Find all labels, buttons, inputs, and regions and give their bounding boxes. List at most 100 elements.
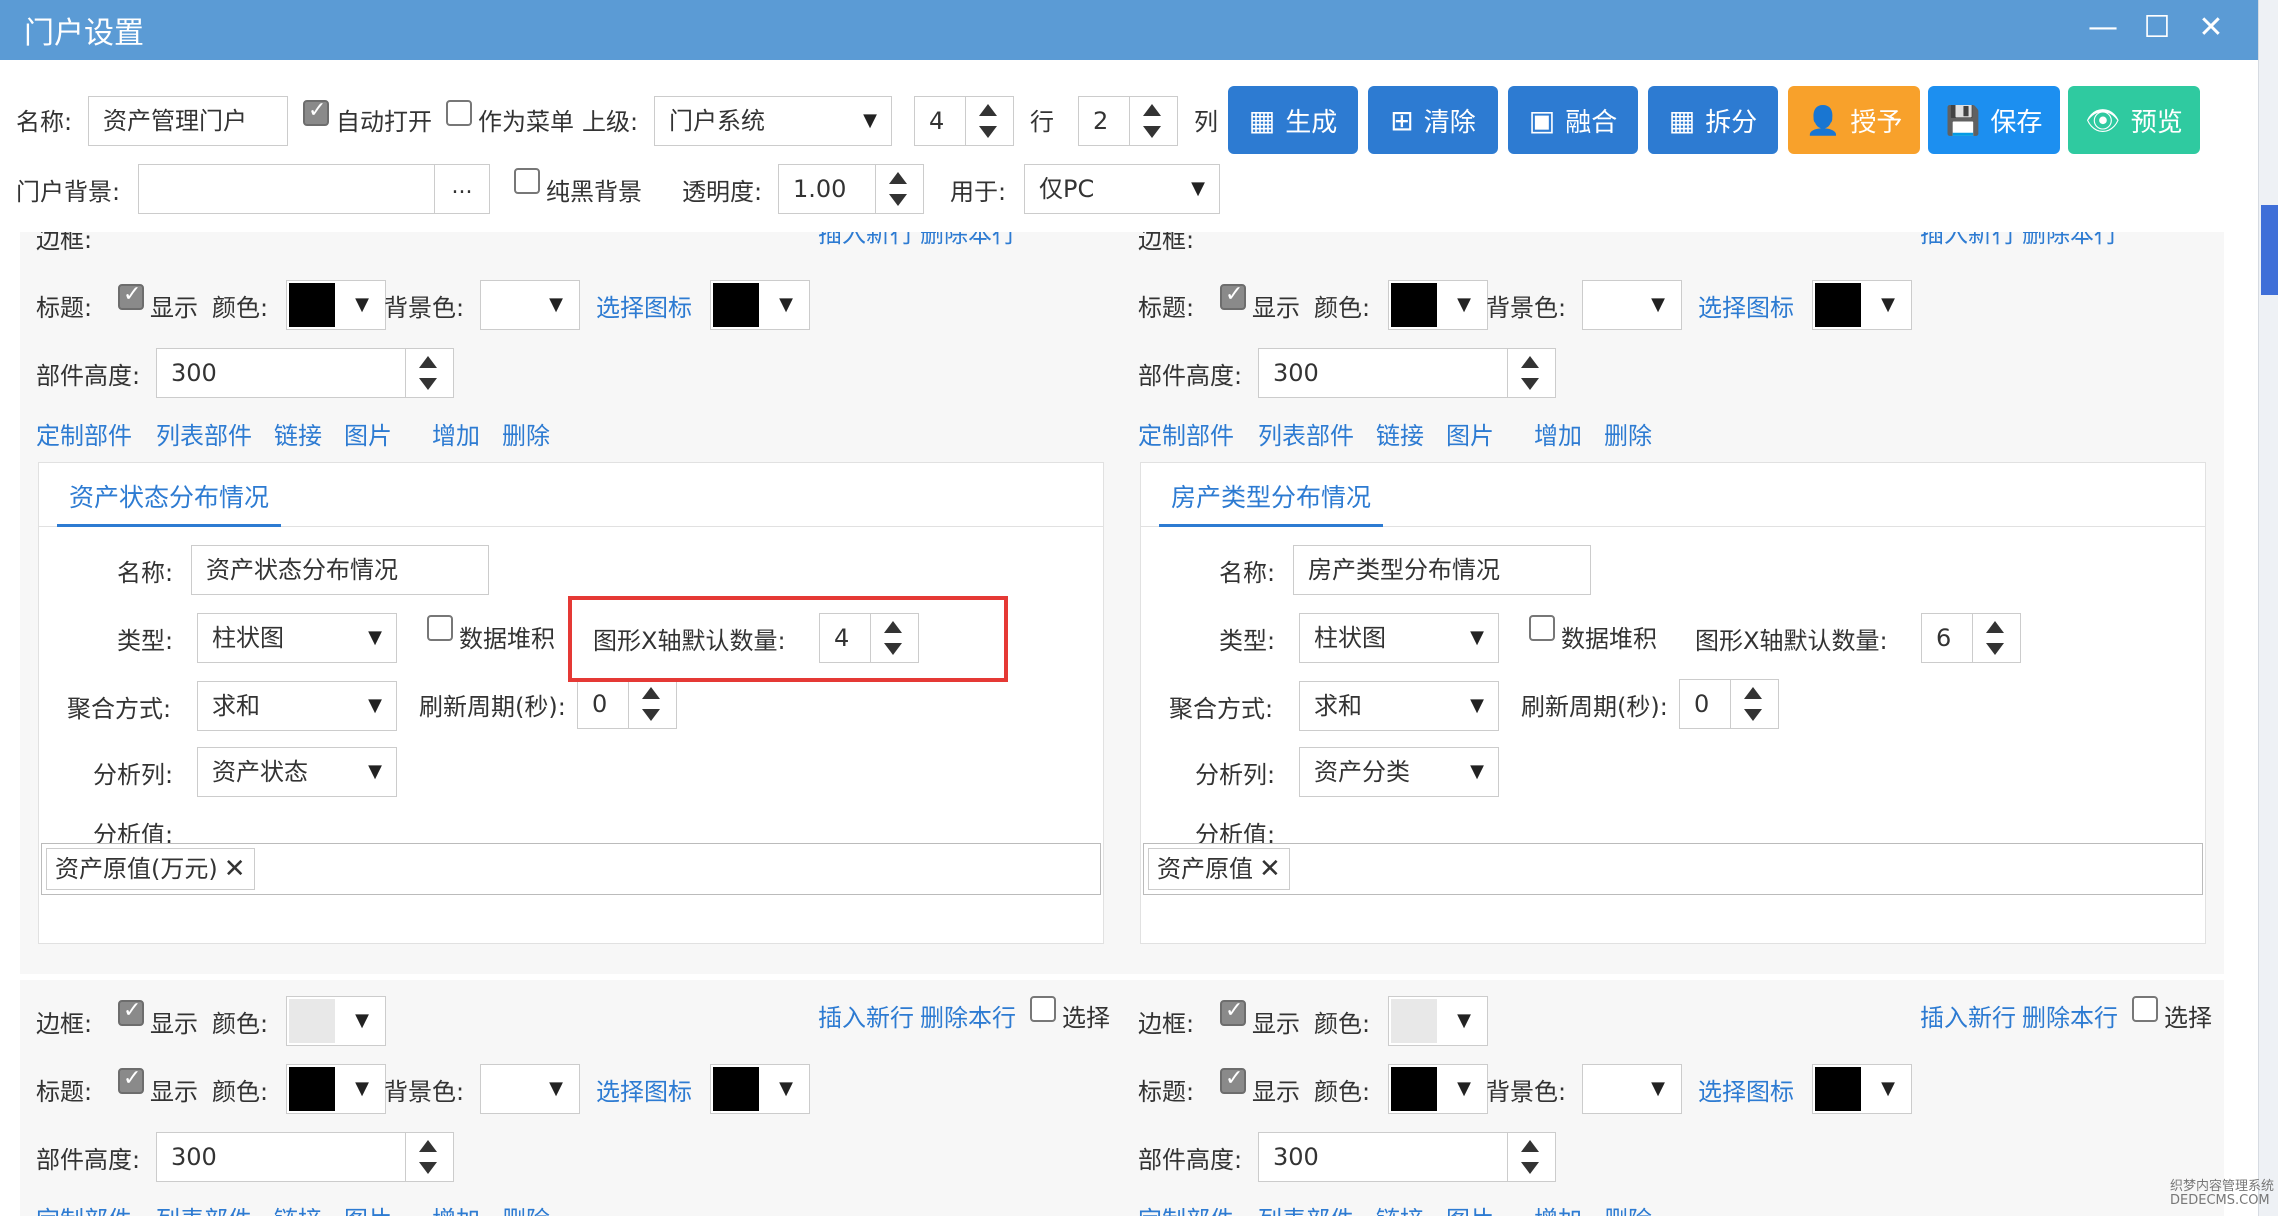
auto-open-checkbox[interactable]	[303, 98, 329, 126]
title-color-picker[interactable]: ▼	[286, 280, 386, 330]
maximize-icon[interactable]: ☐	[2140, 8, 2174, 48]
save-button[interactable]: 💾 保存	[1928, 86, 2060, 154]
grant-button[interactable]: 👤 授予	[1788, 86, 1920, 154]
parent-select[interactable]: 门户系统 ▼	[654, 96, 892, 146]
portal-bg-input[interactable]	[138, 164, 436, 214]
insert-row-link[interactable]: 插入新行	[818, 998, 914, 1033]
spin-down-icon[interactable]	[1521, 1162, 1539, 1174]
spin-down-icon[interactable]	[889, 194, 907, 206]
icon-color-picker[interactable]: ▼	[710, 1064, 810, 1114]
picture-part-link[interactable]: 图片	[1446, 416, 1494, 451]
insert-row-link[interactable]: 插入新行	[1920, 998, 2016, 1033]
title-color-picker[interactable]: ▼	[1388, 280, 1488, 330]
spin-down-icon[interactable]	[1986, 643, 2004, 655]
link-part-link[interactable]: 链接	[1376, 1200, 1424, 1216]
chart-name-input[interactable]: 资产状态分布情况	[191, 545, 489, 595]
height-stepper[interactable]: 300	[156, 1132, 454, 1182]
spin-up-icon[interactable]	[1744, 687, 1762, 699]
list-part-link[interactable]: 列表部件	[1258, 1200, 1354, 1216]
picture-part-link[interactable]: 图片	[1446, 1200, 1494, 1216]
generate-button[interactable]: ▦ 生成	[1228, 86, 1358, 154]
title-show-checkbox[interactable]	[118, 282, 144, 310]
height-stepper[interactable]: 300	[1258, 1132, 1556, 1182]
stack-checkbox[interactable]	[427, 615, 453, 641]
spin-down-icon[interactable]	[419, 1162, 437, 1174]
spin-up-icon[interactable]	[1521, 1140, 1539, 1152]
delete-link[interactable]: 删除	[1604, 416, 1652, 451]
choose-icon-link[interactable]: 选择图标	[596, 288, 692, 323]
preview-button[interactable]: 👁 预览	[2068, 86, 2200, 154]
height-spin-buttons[interactable]	[1507, 1133, 1555, 1181]
custom-part-link[interactable]: 定制部件	[36, 416, 132, 451]
select-row-checkbox[interactable]	[2132, 996, 2158, 1022]
spin-up-icon[interactable]	[419, 1140, 437, 1152]
height-spin-buttons[interactable]	[1507, 349, 1555, 397]
delete-row-link[interactable]: 删除本行	[2022, 998, 2118, 1033]
merge-button[interactable]: ▣ 融合	[1508, 86, 1638, 154]
spin-down-icon[interactable]	[1744, 709, 1762, 721]
title-show-checkbox[interactable]	[1220, 282, 1246, 310]
x-axis-count-stepper[interactable]: 6	[1921, 613, 2021, 663]
as-menu-checkbox[interactable]	[446, 100, 472, 126]
add-link[interactable]: 增加	[432, 416, 480, 451]
remove-tag-icon[interactable]: ✕	[224, 854, 246, 884]
close-icon[interactable]: ✕	[2194, 8, 2228, 48]
icon-color-picker[interactable]: ▼	[1812, 280, 1912, 330]
title-show-checkbox[interactable]	[1220, 1066, 1246, 1094]
choose-icon-link[interactable]: 选择图标	[1698, 288, 1794, 323]
stack-checkbox[interactable]	[1529, 615, 1555, 641]
title-bg-picker[interactable]: ▼	[480, 280, 580, 330]
analysis-val-tagbox[interactable]: 资产原值(万元) ✕	[41, 843, 1101, 895]
add-link[interactable]: 增加	[1534, 1200, 1582, 1216]
minimize-icon[interactable]: —	[2086, 8, 2120, 48]
spin-up-icon[interactable]	[1521, 356, 1539, 368]
spin-up-icon[interactable]	[1143, 104, 1161, 116]
spin-down-icon[interactable]	[1521, 378, 1539, 390]
refresh-stepper[interactable]: 0	[1679, 679, 1779, 729]
spin-down-icon[interactable]	[1143, 126, 1161, 138]
height-spin-buttons[interactable]	[405, 349, 453, 397]
analysis-val-tagbox[interactable]: 资产原值 ✕	[1143, 843, 2203, 895]
choose-icon-link[interactable]: 选择图标	[1698, 1072, 1794, 1107]
clear-button[interactable]: ⊞ 清除	[1368, 86, 1498, 154]
analysis-col-select[interactable]: 资产分类 ▼	[1299, 747, 1499, 797]
picture-part-link[interactable]: 图片	[344, 1200, 392, 1216]
link-part-link[interactable]: 链接	[274, 416, 322, 451]
agg-select[interactable]: 求和 ▼	[1299, 681, 1499, 731]
spin-up-icon[interactable]	[642, 687, 660, 699]
refresh-stepper[interactable]: 0	[577, 679, 677, 729]
cols-spin-buttons[interactable]	[1129, 97, 1177, 145]
portal-name-input[interactable]: 资产管理门户	[88, 96, 288, 146]
border-color-picker[interactable]: ▼	[286, 996, 386, 1046]
icon-color-picker[interactable]: ▼	[710, 280, 810, 330]
height-stepper[interactable]: 300	[156, 348, 454, 398]
title-bg-picker[interactable]: ▼	[1582, 280, 1682, 330]
link-part-link[interactable]: 链接	[274, 1200, 322, 1216]
cols-stepper[interactable]: 2	[1078, 96, 1178, 146]
link-part-link[interactable]: 链接	[1376, 416, 1424, 451]
chart-type-select[interactable]: 柱状图 ▼	[1299, 613, 1499, 663]
opacity-stepper[interactable]: 1.00	[778, 164, 924, 214]
x-axis-spin-buttons[interactable]	[1972, 614, 2020, 662]
browse-bg-button[interactable]: ...	[434, 164, 490, 214]
spin-down-icon[interactable]	[419, 378, 437, 390]
add-link[interactable]: 增加	[432, 1200, 480, 1216]
height-spin-buttons[interactable]	[405, 1133, 453, 1181]
spin-up-icon[interactable]	[1986, 621, 2004, 633]
delete-link[interactable]: 删除	[502, 416, 550, 451]
spin-down-icon[interactable]	[642, 709, 660, 721]
split-button[interactable]: ▦ 拆分	[1648, 86, 1778, 154]
agg-select[interactable]: 求和 ▼	[197, 681, 397, 731]
delete-link[interactable]: 删除	[1604, 1200, 1652, 1216]
spin-up-icon[interactable]	[419, 356, 437, 368]
list-part-link[interactable]: 列表部件	[156, 1200, 252, 1216]
border-show-checkbox[interactable]	[118, 998, 144, 1026]
delete-link[interactable]: 删除	[502, 1200, 550, 1216]
title-color-picker[interactable]: ▼	[1388, 1064, 1488, 1114]
tab-chart[interactable]: 资产状态分布情况	[57, 477, 282, 527]
title-color-picker[interactable]: ▼	[286, 1064, 386, 1114]
use-for-select[interactable]: 仅PC ▼	[1024, 164, 1220, 214]
add-link[interactable]: 增加	[1534, 416, 1582, 451]
select-row-checkbox[interactable]	[1030, 996, 1056, 1022]
spin-up-icon[interactable]	[979, 104, 997, 116]
